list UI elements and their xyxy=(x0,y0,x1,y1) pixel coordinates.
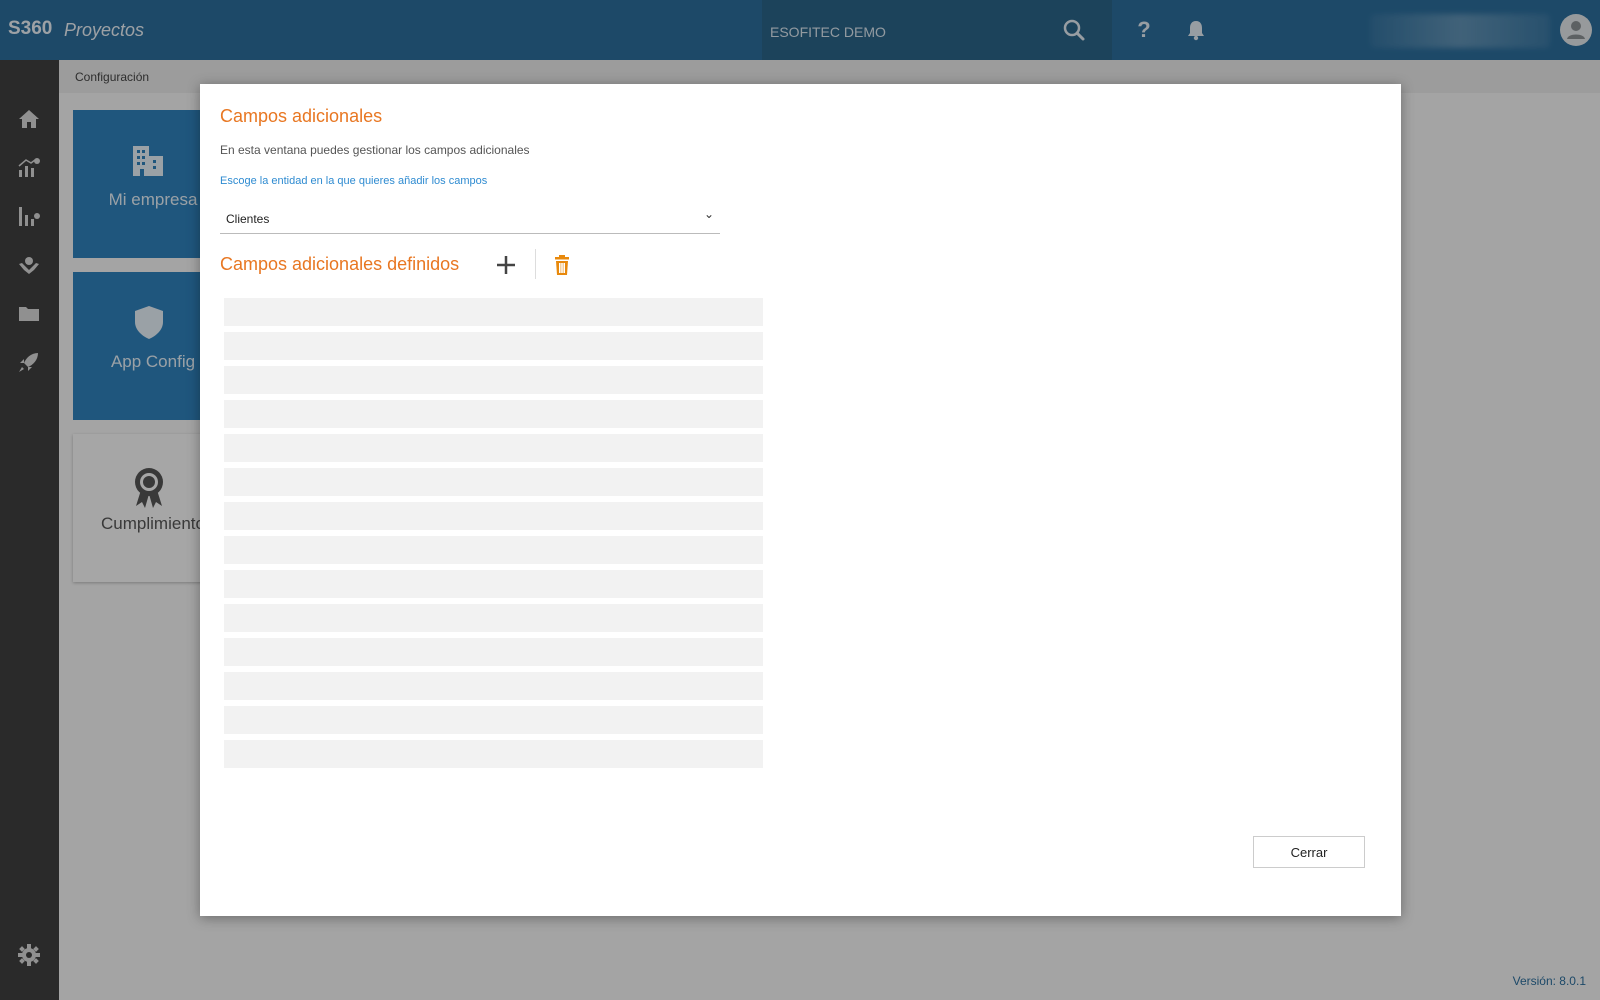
list-item-placeholder xyxy=(224,434,763,462)
list-item-placeholder xyxy=(224,400,763,428)
list-item-placeholder xyxy=(224,638,763,666)
chevron-down-icon: ⌄ xyxy=(703,207,714,221)
dialog-description: En esta ventana puedes gestionar los cam… xyxy=(220,143,530,157)
entity-select-value: Clientes xyxy=(226,212,270,226)
list-item-placeholder xyxy=(224,502,763,530)
entity-select[interactable]: Clientes ⌄ xyxy=(220,202,720,234)
defined-fields-title: Campos adicionales definidos xyxy=(220,254,460,274)
entity-select-label: Escoge la entidad en la que quieres añad… xyxy=(220,175,488,187)
list-item-placeholder xyxy=(224,740,763,768)
list-item-placeholder xyxy=(224,706,763,734)
list-item-placeholder xyxy=(224,604,763,632)
list-item-placeholder xyxy=(224,468,763,496)
delete-field-button[interactable] xyxy=(552,254,572,276)
add-field-button[interactable] xyxy=(493,252,519,278)
list-item-placeholder xyxy=(224,366,763,394)
list-item-placeholder xyxy=(224,332,763,360)
toolbar-divider xyxy=(535,249,536,279)
list-item-placeholder xyxy=(224,570,763,598)
dialog-title: Campos adicionales xyxy=(220,106,383,126)
additional-fields-dialog: Campos adicionales En esta ventana puede… xyxy=(200,84,1401,916)
plus-icon xyxy=(497,256,515,274)
list-item-placeholder xyxy=(224,672,763,700)
close-button[interactable]: Cerrar xyxy=(1253,836,1365,868)
list-item-placeholder xyxy=(224,536,763,564)
list-item-placeholder xyxy=(224,298,763,326)
additional-fields-list xyxy=(224,298,763,774)
trash-icon xyxy=(555,255,569,275)
